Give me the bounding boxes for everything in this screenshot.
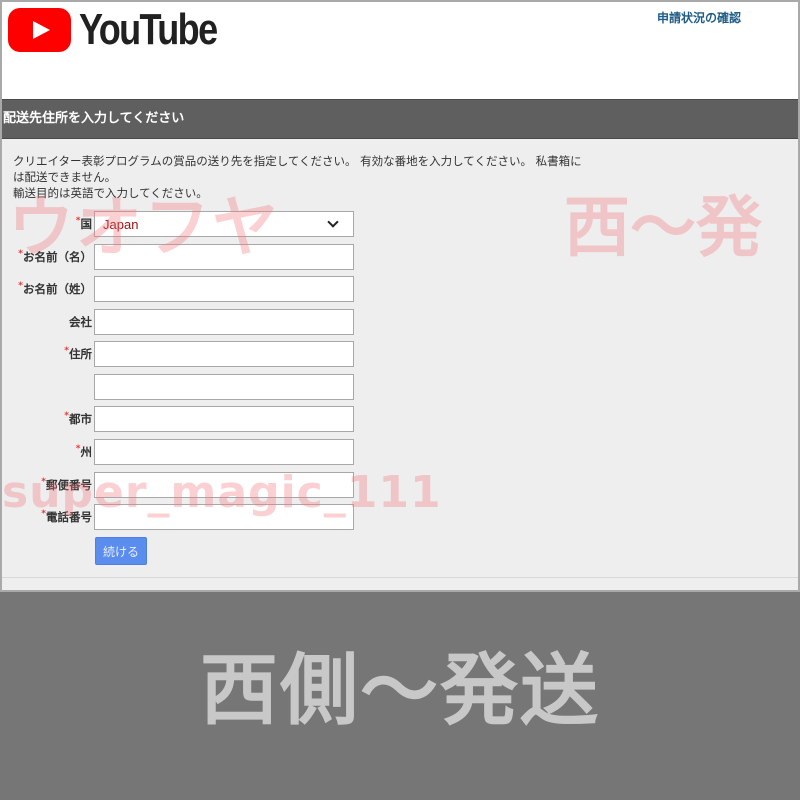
youtube-play-icon [8,8,71,52]
address2-row [2,374,362,400]
shipping-form-window: YouTube 申請状況の確認 配送先住所を入力してください クリエイター表彰プ… [0,0,800,592]
phone-label: *電話番号 [41,509,92,524]
continue-button[interactable]: 続ける [95,537,147,565]
page-header: YouTube 申請状況の確認 [2,2,798,99]
postal-code-row: *郵便番号 [2,472,362,498]
company-label: 会社 [69,315,92,329]
address1-row: *住所 [2,341,362,367]
caption-banner: 西側〜発送 [0,592,800,800]
first-name-input[interactable] [94,244,354,270]
address-line2-input[interactable] [94,374,354,400]
state-input[interactable] [94,439,354,465]
first-name-label: *お名前（名） [18,249,92,264]
address-label: *住所 [64,346,92,361]
country-row: *国 Japan [2,211,362,237]
city-input[interactable] [94,406,354,432]
company-input[interactable] [94,309,354,335]
company-row: 会社 [2,309,362,335]
brand-name: YouTube [79,5,218,54]
last-name-label: *お名前（姓） [18,281,92,296]
first-name-row: *お名前（名） [2,244,362,270]
country-label: *国 [75,216,92,231]
state-label: *州 [75,444,92,459]
section-title: 配送先住所を入力してください [2,99,798,139]
instructions-line-1: クリエイター表彰プログラムの賞品の送り先を指定してください。 有効な番地を入力し… [13,154,582,168]
country-select[interactable]: Japan [94,211,354,237]
check-application-status-link[interactable]: 申請状況の確認 [657,9,741,26]
footer-divider [2,577,798,578]
postal-code-label: *郵便番号 [41,477,92,492]
state-row: *州 [2,439,362,465]
caption-text: 西側〜発送 [199,646,600,736]
city-label: *都市 [64,411,92,426]
last-name-input[interactable] [94,276,354,302]
address-line1-input[interactable] [94,341,354,367]
city-row: *都市 [2,406,362,432]
last-name-row: *お名前（姓） [2,276,362,302]
youtube-logo: YouTube [8,8,247,52]
instructions: クリエイター表彰プログラムの賞品の送り先を指定してください。 有効な番地を入力し… [13,153,613,201]
instructions-line-3: 輸送目的は英語で入力してください。 [13,186,208,200]
phone-input[interactable] [94,504,354,530]
postal-code-input[interactable] [94,472,354,498]
instructions-line-2: は配送できません。 [13,170,117,184]
phone-row: *電話番号 [2,504,362,530]
